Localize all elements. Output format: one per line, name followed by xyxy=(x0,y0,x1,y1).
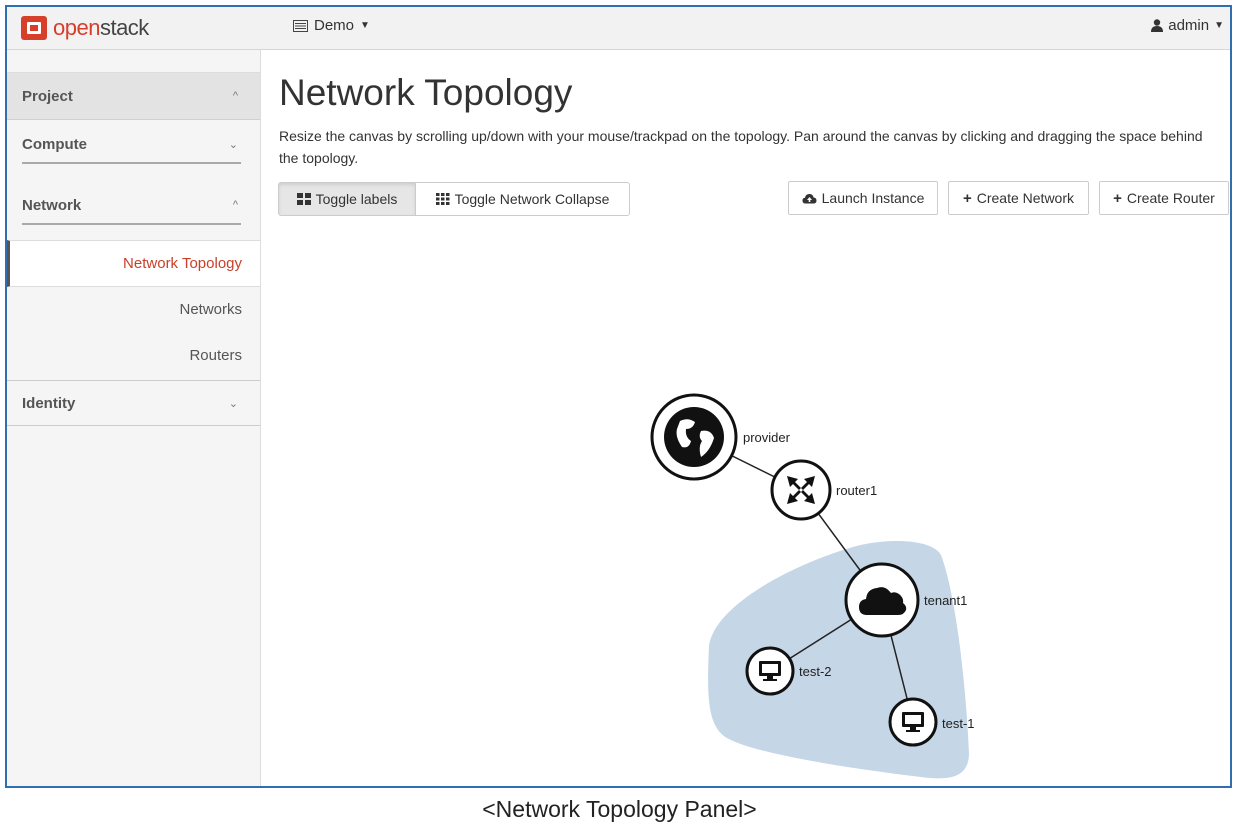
topology-canvas[interactable]: provider router1 tenant1 test-2 test-1 xyxy=(261,225,1232,788)
sidebar-network-header[interactable]: Network ^ xyxy=(7,187,260,227)
section-underline xyxy=(22,223,241,225)
chevron-up-icon: ^ xyxy=(232,90,238,102)
tenant1-network-area xyxy=(708,541,969,779)
page-description: Resize the canvas by scrolling up/down w… xyxy=(279,128,1203,166)
create-router-button[interactable]: + Create Router xyxy=(1099,181,1229,215)
page-title: Network Topology xyxy=(279,72,573,113)
provider-node[interactable]: provider xyxy=(650,393,791,481)
sidebar-item-network-topology[interactable]: Network Topology xyxy=(7,240,260,287)
project-list-icon xyxy=(293,19,308,32)
brand-name: openstack xyxy=(53,15,149,40)
figure-caption: <Network Topology Panel> xyxy=(482,796,757,822)
create-router-label: Create Router xyxy=(1126,190,1215,206)
main-content: Network Topology Resize the canvas by sc… xyxy=(261,50,1230,786)
sidebar-identity-header[interactable]: Identity ⌄ xyxy=(7,380,260,426)
sidebar-item-label: Routers xyxy=(189,347,242,364)
create-network-button[interactable]: + Create Network xyxy=(948,181,1089,215)
sidebar: Project ^ Compute ⌄ Network ^ Network To… xyxy=(7,50,261,786)
toggle-network-collapse-button[interactable]: Toggle Network Collapse xyxy=(415,182,630,216)
plus-icon: + xyxy=(1113,189,1122,207)
toggle-collapse-label: Toggle Network Collapse xyxy=(454,191,610,207)
router1-node[interactable]: router1 xyxy=(770,459,877,521)
sidebar-network-label: Network xyxy=(22,196,82,214)
openstack-logo-icon xyxy=(21,16,47,40)
tenant1-label: tenant1 xyxy=(924,593,967,608)
router1-label: router1 xyxy=(836,483,877,498)
caret-down-icon: ▼ xyxy=(360,20,370,31)
project-name: Demo xyxy=(314,17,355,34)
provider-label: provider xyxy=(743,430,791,445)
test-1-label: test-1 xyxy=(942,716,975,731)
toggle-labels-button[interactable]: Toggle labels xyxy=(278,182,416,216)
sidebar-project-header[interactable]: Project ^ xyxy=(7,72,260,120)
sidebar-project-label: Project xyxy=(22,87,73,105)
caret-down-icon: ▼ xyxy=(1214,20,1224,31)
create-network-label: Create Network xyxy=(976,190,1075,206)
app-window: openstack Demo ▼ admin ▼ Project ^ Compu… xyxy=(5,5,1232,788)
launch-instance-label: Launch Instance xyxy=(821,190,925,206)
project-selector[interactable]: Demo ▼ xyxy=(293,17,370,34)
toggle-labels-label: Toggle labels xyxy=(315,191,398,207)
chevron-up-icon: ^ xyxy=(232,199,238,211)
sidebar-item-label: Network Topology xyxy=(123,255,242,272)
user-name: admin xyxy=(1168,17,1210,34)
user-menu[interactable]: admin ▼ xyxy=(1151,17,1224,34)
sidebar-compute-label: Compute xyxy=(22,135,87,153)
grid-large-icon xyxy=(296,193,311,205)
test-2-label: test-2 xyxy=(799,664,832,679)
chevron-down-icon: ⌄ xyxy=(228,138,238,151)
plus-icon: + xyxy=(962,189,972,207)
launch-instance-button[interactable]: Launch Instance xyxy=(788,181,938,215)
grid-small-icon xyxy=(435,193,450,205)
chevron-down-icon: ⌄ xyxy=(228,397,238,410)
sidebar-item-networks[interactable]: Networks xyxy=(7,290,260,330)
user-icon xyxy=(1151,19,1164,32)
globe-icon xyxy=(664,407,724,467)
sidebar-item-label: Networks xyxy=(179,301,242,318)
top-navbar: openstack Demo ▼ admin ▼ xyxy=(7,7,1230,50)
sidebar-identity-label: Identity xyxy=(22,394,76,412)
openstack-logo[interactable]: openstack xyxy=(21,14,149,42)
sidebar-compute-header[interactable]: Compute ⌄ xyxy=(7,126,260,166)
section-underline xyxy=(22,162,241,164)
cloud-upload-icon xyxy=(802,193,817,203)
sidebar-item-routers[interactable]: Routers xyxy=(7,336,260,376)
